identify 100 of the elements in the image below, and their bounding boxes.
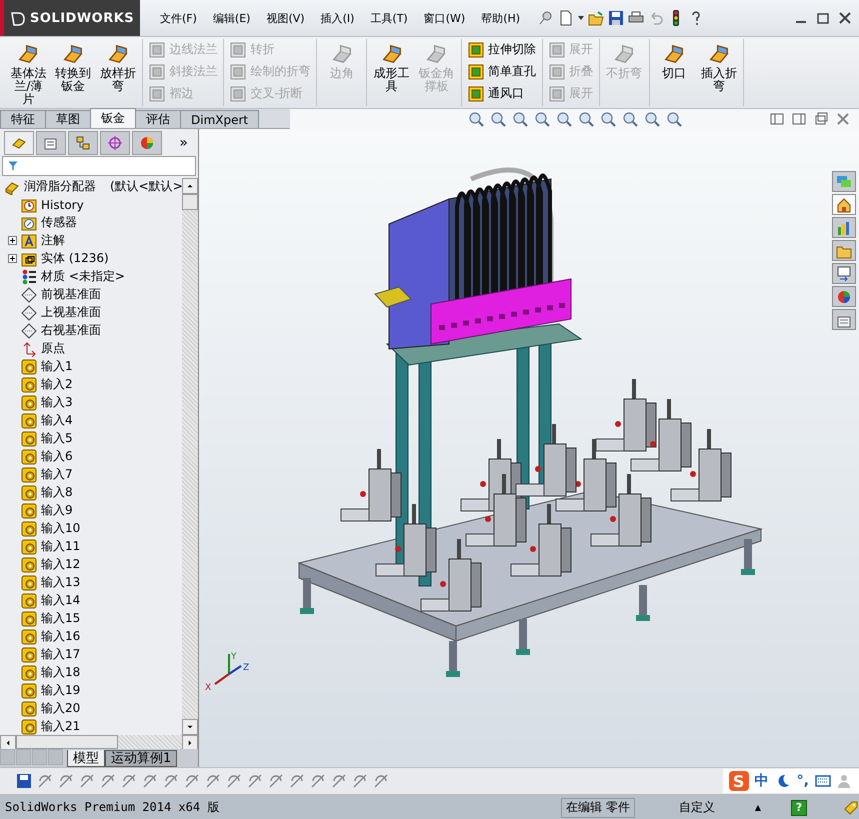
tree-item[interactable]: 输入16: [41, 628, 80, 646]
tree-item[interactable]: 传感器: [41, 214, 77, 232]
sheet-metal-tool-icon[interactable]: [468, 42, 484, 58]
tree-item[interactable]: 输入1: [41, 358, 73, 376]
color-ball-icon[interactable]: [836, 288, 852, 304]
scrollbar-thumb[interactable]: [182, 194, 198, 210]
ribbon-button[interactable]: 转换到钣金: [52, 39, 94, 98]
tree-item[interactable]: 实体 (1236): [41, 250, 109, 268]
color-wheel-icon[interactable]: [139, 134, 155, 151]
tree-item[interactable]: 输入17: [41, 646, 80, 664]
crosshair-icon[interactable]: [107, 134, 123, 151]
model-tab[interactable]: 运动算例1: [105, 750, 178, 768]
tree-item[interactable]: 原点: [41, 340, 65, 358]
plane-icon[interactable]: [21, 322, 37, 339]
imported-part-icon[interactable]: [21, 718, 37, 735]
close-icon[interactable]: [837, 10, 853, 26]
caret-icon[interactable]: [578, 16, 584, 20]
tree-item[interactable]: 输入10: [41, 520, 80, 538]
keyboard-icon[interactable]: [815, 773, 831, 789]
tree-item[interactable]: 右视基准面: [41, 322, 101, 340]
zoom-area-icon[interactable]: [490, 111, 506, 127]
imported-part-icon[interactable]: [21, 574, 37, 591]
tree-item[interactable]: 输入5: [41, 430, 73, 448]
ime-punctuation[interactable]: °,: [796, 773, 809, 789]
panel-right-icon[interactable]: [791, 111, 807, 127]
tree-item[interactable]: 输入11: [41, 538, 80, 556]
filter-icon[interactable]: [7, 160, 19, 172]
origin-icon[interactable]: [21, 340, 37, 357]
tree-item[interactable]: 输入6: [41, 448, 73, 466]
expand-icon[interactable]: [8, 254, 17, 264]
restore-icon[interactable]: [813, 111, 829, 127]
bar-chart-icon[interactable]: [836, 220, 852, 236]
units-status[interactable]: 自定义: [638, 799, 755, 816]
task-pane-tab[interactable]: [832, 240, 856, 261]
sheet-metal-tool-icon[interactable]: [380, 43, 403, 65]
home-icon[interactable]: [836, 196, 852, 212]
save-icon[interactable]: [608, 10, 624, 26]
imported-part-icon[interactable]: [21, 682, 37, 699]
ribbon-button[interactable]: 切口: [654, 39, 694, 84]
new-document-icon[interactable]: [558, 10, 574, 26]
tree-item[interactable]: History: [41, 198, 84, 212]
menu-item[interactable]: 工具(T): [362, 10, 416, 26]
sheet-metal-tool-icon[interactable]: [468, 64, 484, 80]
ribbon-button[interactable]: 通风口: [466, 84, 538, 103]
tree-item[interactable]: 输入8: [41, 484, 73, 502]
command-tab[interactable]: 特征: [0, 110, 46, 128]
menu-item[interactable]: 插入(I): [312, 10, 362, 26]
imported-part-icon[interactable]: [21, 466, 37, 483]
configuration-tree-icon[interactable]: [75, 134, 91, 151]
sheet-metal-tool-icon[interactable]: [17, 43, 40, 65]
command-tab[interactable]: DimXpert: [180, 110, 260, 128]
ribbon-button[interactable]: 插入折弯: [698, 39, 740, 98]
letter-folder-icon[interactable]: [21, 232, 37, 249]
task-pane-tab[interactable]: [832, 194, 856, 215]
sheet-metal-tool-icon[interactable]: [708, 43, 730, 65]
tree-item[interactable]: 输入15: [41, 610, 80, 628]
command-tab[interactable]: 钣金: [90, 108, 136, 128]
imported-part-icon[interactable]: [21, 358, 37, 375]
plane-icon[interactable]: [21, 304, 37, 321]
task-pane-tab[interactable]: [832, 309, 856, 330]
tree-item[interactable]: 上视基准面: [41, 304, 101, 322]
clock-folder-icon[interactable]: [21, 196, 37, 213]
tree-item[interactable]: 输入4: [41, 412, 73, 430]
menu-item[interactable]: 编辑(E): [204, 10, 258, 26]
open-folder-icon[interactable]: [588, 10, 604, 26]
gauge-folder-icon[interactable]: [21, 214, 37, 231]
panel-left-icon[interactable]: [769, 111, 785, 127]
imported-part-icon[interactable]: [21, 700, 37, 717]
imported-part-icon[interactable]: [21, 430, 37, 447]
imported-part-icon[interactable]: [21, 664, 37, 681]
cube-folder-icon[interactable]: [21, 250, 37, 267]
tree-item[interactable]: 输入20: [41, 700, 80, 718]
tag-icon[interactable]: [843, 800, 859, 816]
list-arrow-icon[interactable]: [836, 266, 852, 282]
sheet-metal-tool-icon[interactable]: [468, 86, 484, 102]
task-pane-tab[interactable]: [832, 263, 856, 284]
expand-icon[interactable]: [8, 236, 17, 246]
menu-item[interactable]: 视图(V): [258, 10, 313, 26]
ribbon-button[interactable]: 基体法兰/薄片: [8, 39, 49, 111]
tree-item[interactable]: 输入9: [41, 502, 73, 520]
tree-item[interactable]: 输入19: [41, 682, 80, 700]
tree-item[interactable]: 输入21: [41, 718, 80, 735]
tree-item[interactable]: 输入13: [41, 574, 80, 592]
scrollbar-thumb[interactable]: [16, 734, 118, 749]
ribbon-button[interactable]: 成形工具: [371, 39, 412, 98]
sheet-metal-tool-icon[interactable]: [662, 43, 685, 65]
ribbon-button[interactable]: 放样折弯: [98, 39, 138, 98]
tree-item[interactable]: 输入18: [41, 664, 80, 682]
help-button[interactable]: ?: [791, 800, 807, 816]
sheet-metal-tool-icon[interactable]: [106, 43, 129, 65]
menu-item[interactable]: 帮助(H): [473, 10, 528, 26]
more-tabs-button[interactable]: »: [173, 134, 194, 152]
imported-part-icon[interactable]: [21, 538, 37, 555]
imported-part-icon[interactable]: [21, 448, 37, 465]
imported-part-icon[interactable]: [21, 556, 37, 573]
zoom-fit-icon[interactable]: [468, 111, 484, 127]
imported-part-icon[interactable]: [21, 646, 37, 663]
imported-part-icon[interactable]: [21, 520, 37, 537]
tree-item[interactable]: 注解: [41, 232, 65, 250]
command-tab[interactable]: 草图: [45, 110, 91, 128]
